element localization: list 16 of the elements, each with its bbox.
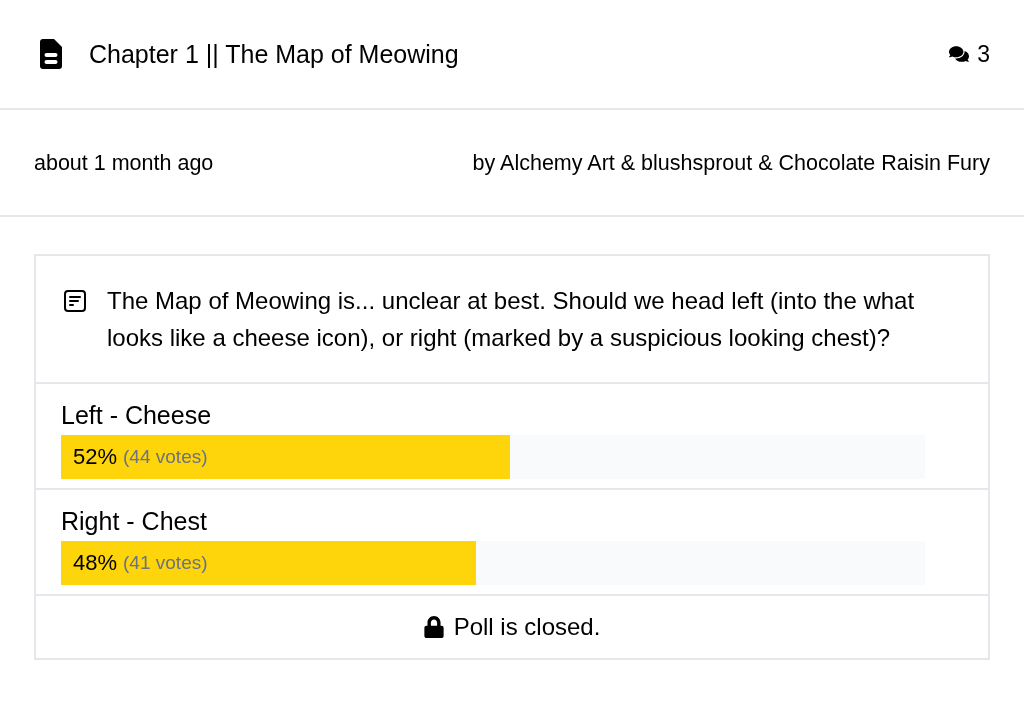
poll-question: The Map of Meowing is... unclear at best. Should we head left (into the what looks like a cheese icon), or right (marked by a suspicious looking chest)? — [107, 286, 916, 353]
comment-count: 3 — [977, 40, 990, 68]
vote-count: (44 votes) — [123, 445, 208, 469]
vote-count: (41 votes) — [123, 551, 208, 575]
comments-icon — [949, 45, 970, 63]
text-note-icon — [64, 290, 86, 312]
poll-status: Poll is closed. — [453, 613, 601, 641]
vote-percent: 52% — [73, 444, 118, 470]
poll-option-label: Right - Chest — [61, 507, 208, 535]
chapter-title: Chapter 1 || The Map of Meowing — [89, 39, 459, 69]
posted-time: about 1 month ago — [34, 149, 214, 176]
author-line: by Alchemy Art & blushsprout & Chocolate Raisin Fury — [472, 149, 990, 176]
lock-icon — [423, 616, 444, 638]
document-icon — [40, 39, 62, 69]
vote-percent: 48% — [73, 550, 118, 576]
poll-option-label: Left - Cheese — [61, 401, 213, 429]
